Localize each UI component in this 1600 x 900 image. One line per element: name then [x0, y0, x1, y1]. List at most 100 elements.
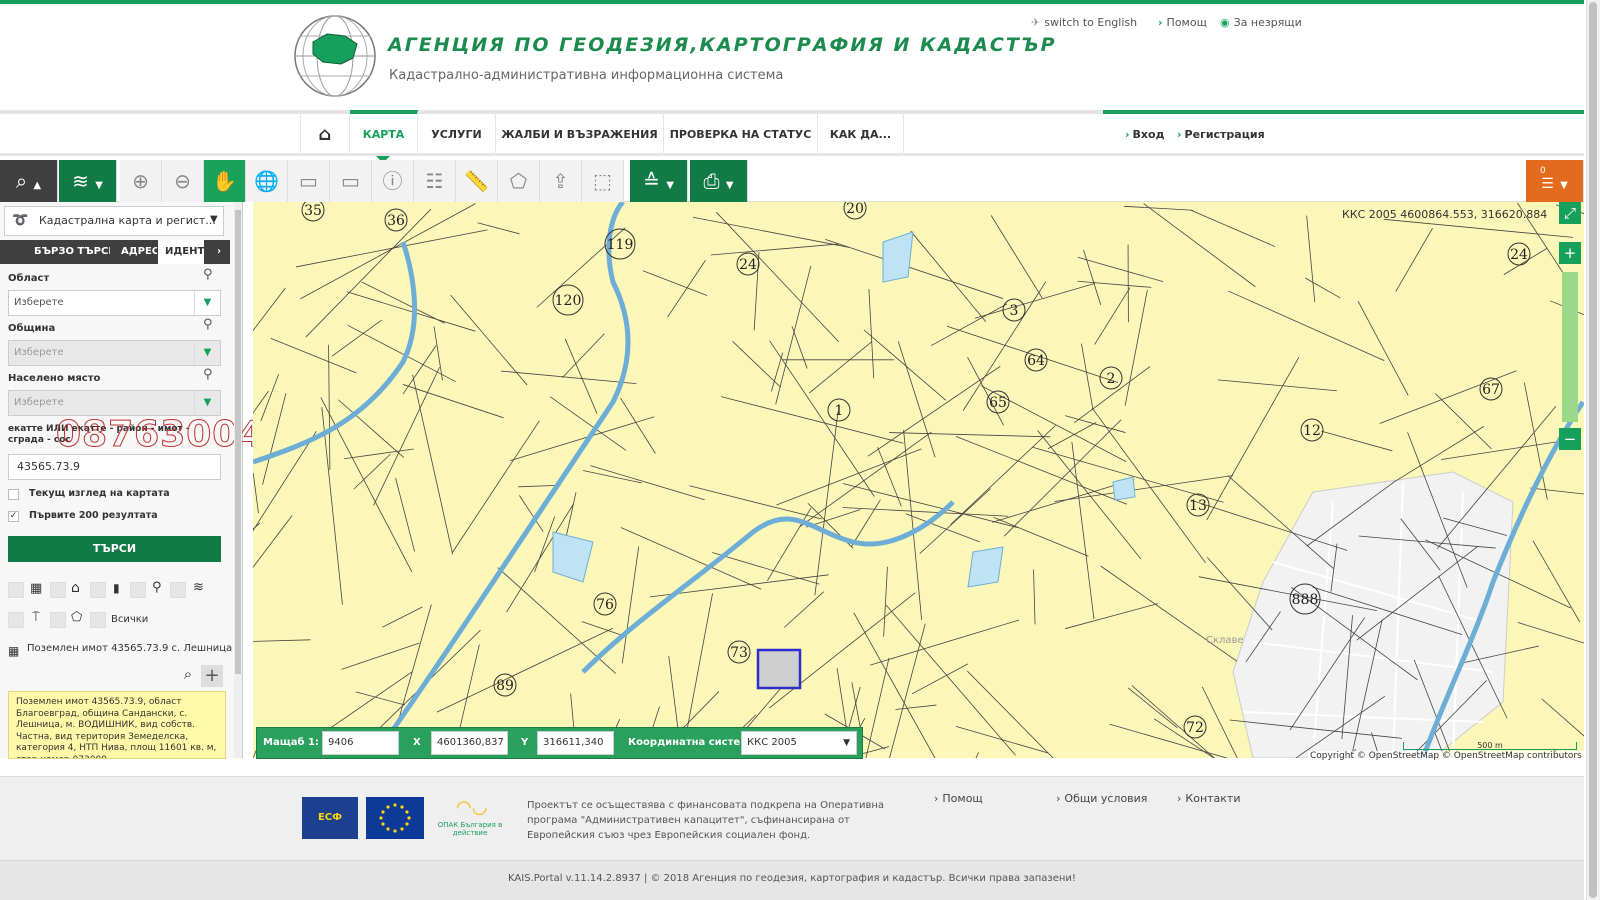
map-pin-icon[interactable]: ⚲ — [203, 317, 213, 332]
map-zoom-in-button[interactable]: + — [1559, 242, 1581, 264]
register-link[interactable]: › Регистрация — [1177, 114, 1265, 156]
parcel-label: 64 — [1027, 353, 1045, 369]
footer-terms-link[interactable]: › Общи условия — [1056, 792, 1147, 805]
search-button[interactable]: ТЪРСИ — [8, 536, 221, 562]
filter-checkbox[interactable] — [8, 582, 24, 598]
nav-map[interactable]: КАРТА — [350, 110, 418, 156]
monument-icon[interactable]: ⍑ — [32, 610, 40, 625]
plus-icon: + — [204, 665, 220, 686]
chevron-down-icon: ▼ — [843, 738, 850, 748]
nav-home[interactable]: ⌂ — [300, 114, 350, 156]
x-label: X — [413, 737, 421, 748]
first200-checkbox[interactable]: ✓ — [8, 511, 19, 522]
measure-area-button[interactable]: ⬠ — [498, 160, 540, 202]
map-pin-icon[interactable]: ⚲ — [203, 267, 213, 282]
panel-scroll-thumb[interactable] — [235, 210, 241, 674]
filter-checkbox[interactable] — [90, 612, 106, 628]
print-icon: ⎙ — [703, 169, 720, 193]
filter-checkbox[interactable] — [8, 612, 24, 628]
chevron-down-icon: ▼ — [194, 291, 220, 315]
nav-howto[interactable]: КАК ДА... — [818, 114, 904, 156]
chevron-down-icon: ▼ — [666, 180, 674, 191]
location-pin-icon[interactable]: ⚲ — [152, 580, 162, 595]
filter-checkbox[interactable] — [170, 582, 186, 598]
globe-icon: 🌐 — [254, 169, 279, 193]
filter-checkbox[interactable] — [90, 582, 106, 598]
map-attribution[interactable]: Copyright © OpenStreetMap © OpenStreetMa… — [1308, 751, 1584, 761]
info-layers-button[interactable]: ≙ ▼ — [630, 160, 688, 202]
ruler-icon: 📏 — [464, 169, 489, 193]
footer-help-link[interactable]: › Помощ — [934, 792, 983, 805]
municipality-select[interactable]: Изберете ▼ — [8, 340, 221, 366]
nav-services[interactable]: УСЛУГИ — [418, 114, 496, 156]
map-pin-icon[interactable]: ⚲ — [203, 367, 213, 382]
switch-language-link[interactable]: ✈ switch to English — [1031, 16, 1137, 29]
current-view-checkbox[interactable] — [8, 489, 19, 500]
parcel-label: 24 — [1510, 247, 1528, 263]
legend-button[interactable]: ☷ — [414, 160, 456, 202]
tab-quick-search[interactable]: БЪРЗО ТЪРСЕНЕ — [34, 240, 110, 264]
zoom-out-button[interactable]: ⊖ — [162, 160, 204, 202]
select-button[interactable]: ⬚ — [582, 160, 624, 202]
upload-button[interactable]: ⇪ — [540, 160, 582, 202]
parcel-label: 89 — [496, 678, 514, 694]
accessibility-link[interactable]: ◉ За незрящи — [1220, 16, 1302, 29]
cadastral-map[interactable]: 35 36 120 119 24 20 3 64 2 65 1 12 67 24 13 888 76 73 89 72… — [253, 202, 1584, 758]
zoom-to-result-button[interactable]: ⌕ — [178, 665, 198, 687]
identify-button[interactable]: ⓘ — [372, 160, 414, 202]
login-link[interactable]: › Вход — [1125, 114, 1164, 156]
filter-checkbox[interactable] — [50, 612, 66, 628]
polygon-icon[interactable]: ⬠ — [71, 610, 82, 625]
filter-checkbox[interactable] — [50, 582, 66, 598]
zoom-slider[interactable] — [1562, 272, 1578, 422]
layer-select[interactable]: Кадастрална карта и регист... — [4, 206, 224, 236]
region-label: Област — [8, 273, 50, 284]
identifier-input[interactable]: 43565.73.9 — [8, 454, 221, 480]
add-result-button[interactable]: + — [201, 665, 223, 687]
chevron-down-icon: ▼ — [194, 391, 220, 415]
help-link[interactable]: › Помощ — [1158, 16, 1207, 29]
y-coordinate-input[interactable]: 316611,340 — [537, 731, 614, 755]
search-tool-button[interactable]: ⌕ ▲ — [0, 160, 58, 202]
footer-contacts-link[interactable]: › Контакти — [1177, 792, 1241, 805]
nav-complaints[interactable]: ЖАЛБИ И ВЪЗРАЖЕНИЯ — [496, 114, 664, 156]
parcel-label: 35 — [304, 203, 322, 219]
zoom-in-button[interactable]: ⊕ — [120, 160, 162, 202]
layers-icon[interactable]: ≋ — [193, 580, 204, 595]
polygon-icon: ⬠ — [509, 169, 528, 193]
scale-input[interactable]: 9406 — [322, 731, 399, 755]
fullscreen-button[interactable]: ⤢ — [1559, 202, 1581, 224]
crs-select[interactable]: ККС 2005 ▼ — [741, 731, 857, 755]
parcel-label: 1 — [835, 403, 844, 419]
map-zoom-out-button[interactable]: − — [1559, 428, 1581, 450]
opak-logo-mark: ◠◡ — [456, 797, 488, 818]
chevron-right-icon: › — [1056, 792, 1061, 805]
eye-icon: ◉ — [1220, 16, 1230, 29]
zoom-box-out-button[interactable]: ▭ — [330, 160, 372, 202]
measure-distance-button[interactable]: 📏 — [456, 160, 498, 202]
building-icon[interactable]: ▮ — [113, 581, 120, 595]
parcel-label: 888 — [1292, 592, 1319, 608]
grid-icon: ▦ — [8, 644, 20, 658]
page-scroll-thumb[interactable] — [1589, 2, 1597, 898]
map-canvas: 35 36 120 119 24 20 3 64 2 65 1 12 67 24 13 888 76 73 89 72… — [253, 202, 1584, 758]
tab-scroll-right[interactable]: › — [212, 240, 226, 264]
x-coordinate-input[interactable]: 4601360,837 — [431, 731, 508, 755]
nav-status-check[interactable]: ПРОВЕРКА НА СТАТУС — [664, 114, 818, 156]
result-title[interactable]: Поземлен имот 43565.73.9 с. Лешница — [27, 643, 232, 654]
tab-identifier[interactable]: ИДЕНТИ — [158, 240, 204, 264]
cart-button[interactable]: ☰ 0 ▼ — [1526, 160, 1584, 202]
region-select[interactable]: Изберете ▼ — [8, 290, 221, 316]
layers-button[interactable]: ≋ ▼ — [59, 160, 117, 202]
zoom-box-in-button[interactable]: ▭ — [288, 160, 330, 202]
filter-checkbox[interactable] — [130, 582, 146, 598]
full-extent-button[interactable]: 🌐 — [246, 160, 288, 202]
print-button[interactable]: ⎙ ▼ — [690, 160, 748, 202]
pan-button[interactable]: ✋ — [204, 160, 246, 202]
tab-address[interactable]: АДРЕС — [121, 240, 157, 264]
settlement-select[interactable]: Изберете ▼ — [8, 390, 221, 416]
grid-icon[interactable]: ▦ — [30, 581, 42, 596]
copyright-text: KAIS.Portal v.11.14.2.8937 | © 2018 Аген… — [508, 873, 1076, 884]
house-icon[interactable]: ⌂ — [71, 580, 80, 596]
crs-label: Координатна система — [628, 737, 756, 748]
